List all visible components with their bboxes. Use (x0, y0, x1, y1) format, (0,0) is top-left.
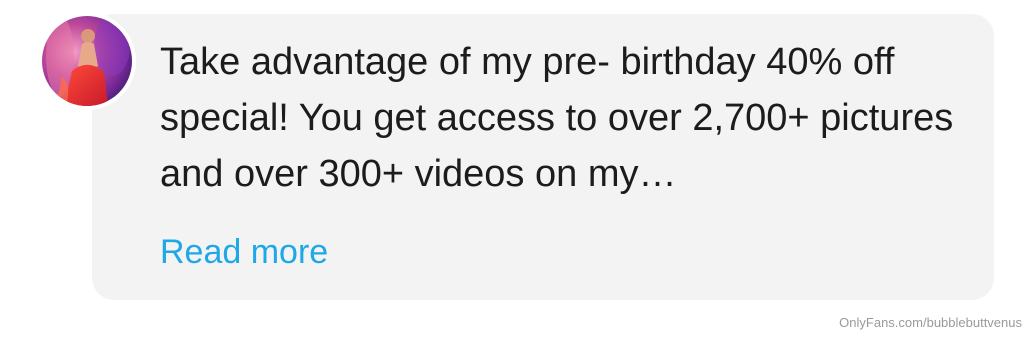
avatar[interactable] (38, 12, 136, 110)
read-more-link[interactable]: Read more (160, 228, 328, 276)
post-preview: Take advantage of my pre- birthday 40% o… (0, 0, 1036, 340)
message-text: Take advantage of my pre- birthday 40% o… (160, 41, 954, 195)
avatar-photo (42, 16, 132, 106)
watermark: OnlyFans.com/bubblebuttvenus (839, 315, 1022, 330)
